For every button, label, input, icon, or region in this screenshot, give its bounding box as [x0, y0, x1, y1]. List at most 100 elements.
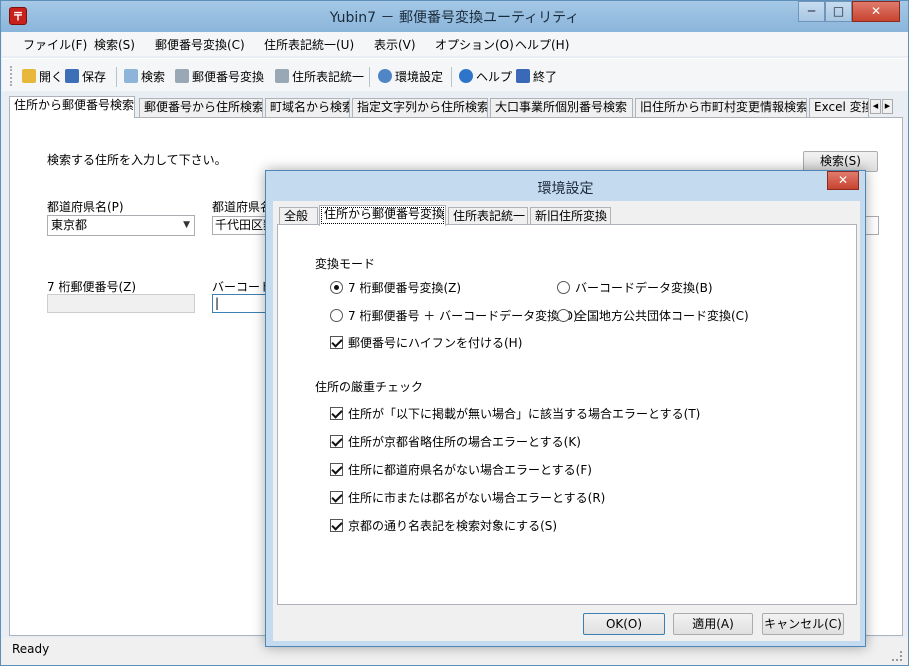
dialog-close-button[interactable]: ✕: [827, 171, 859, 190]
open-button[interactable]: 開く: [22, 68, 63, 86]
address-unify-label: 住所表記統一: [292, 70, 365, 84]
city-input[interactable]: 千代田区麴: [212, 216, 272, 235]
check-kyoto-street[interactable]: 京都の通り名表記を検索対象にする(S): [330, 518, 557, 534]
save-label: 保存: [82, 70, 107, 84]
exit-icon: [516, 69, 530, 83]
instruction-text: 検索する住所を入力して下さい。: [47, 153, 227, 167]
dtab-address-unify[interactable]: 住所表記統一: [448, 207, 528, 225]
checkbox-icon: [330, 491, 343, 504]
close-button[interactable]: ✕: [852, 1, 900, 22]
exit-button[interactable]: 終了: [516, 68, 557, 86]
checkbox-icon: [330, 519, 343, 532]
check-label: 住所が京都省略住所の場合エラーとする(K): [348, 435, 581, 449]
menu-help[interactable]: ヘルプ(H): [515, 36, 569, 53]
tab-town-search[interactable]: 町域名から検索: [265, 98, 350, 118]
address-unify-button[interactable]: 住所表記統一: [275, 68, 364, 86]
dialog-body: 全般 住所から郵便番号変換 住所表記統一 新旧住所変換 変換モード 7 桁郵便番…: [273, 201, 860, 641]
search-submit-button[interactable]: 検索(S): [803, 151, 878, 172]
dialog-title: 環境設定: [537, 181, 594, 197]
settings-dialog: 環境設定 ✕ 全般 住所から郵便番号変換 住所表記統一 新旧住所変換 変換モード…: [265, 170, 866, 647]
search-button[interactable]: 検索: [124, 68, 165, 86]
menu-bar: ファイル(F) 検索(S) 郵便番号変換(C) 住所表記統一(U) 表示(V) …: [2, 32, 908, 56]
tab-scroll-left-icon[interactable]: ◀: [870, 99, 881, 114]
checkbox-icon: [330, 463, 343, 476]
search-label: 検索: [141, 70, 166, 84]
check-not-listed[interactable]: 住所が「以下に掲載が無い場合」に該当する場合エラーとする(T): [330, 406, 700, 422]
mode-label: バーコードデータ変換(B): [575, 281, 713, 295]
dtab-address-to-zip[interactable]: 住所から郵便番号変換: [319, 205, 446, 226]
dtab-general[interactable]: 全般: [279, 207, 318, 225]
title-bar[interactable]: 〒 Yubin7 － 郵便番号変換ユーティリティ ─ □ ✕: [1, 1, 908, 32]
strict-group-label: 住所の厳重チェック: [315, 380, 424, 394]
search-icon: [124, 69, 138, 83]
check-label: 住所に市または郡名がない場合エラーとする(R): [348, 491, 606, 505]
toolbar-separator: [369, 67, 370, 87]
tab-zip-to-address[interactable]: 郵便番号から住所検索: [139, 98, 263, 118]
status-text: Ready: [12, 642, 50, 656]
check-no-prefecture[interactable]: 住所に都道府県名がない場合エラーとする(F): [330, 462, 592, 478]
mode-group-label: 変換モード: [315, 257, 376, 271]
settings-button[interactable]: 環境設定: [378, 68, 443, 86]
document-list-icon: [275, 69, 289, 83]
tab-scroll-right-icon[interactable]: ▶: [882, 99, 893, 114]
document-icon: [175, 69, 189, 83]
radio-icon: [557, 281, 570, 294]
zip-field[interactable]: [47, 294, 195, 313]
resize-grip-icon[interactable]: [892, 651, 902, 661]
toolbar-separator: [116, 67, 117, 87]
mode-label: 7 桁郵便番号 ＋ バーコードデータ変換(D): [348, 309, 578, 323]
save-icon: [65, 69, 79, 83]
mode-label: 全国地方公共団体コード変換(C): [575, 309, 749, 323]
mode-radio-7digit[interactable]: 7 桁郵便番号変換(Z): [330, 280, 461, 296]
tab-string-search[interactable]: 指定文字列から住所検索: [352, 98, 488, 118]
prefecture-value: 東京都: [51, 218, 88, 232]
tab-excel-convert[interactable]: Excel 変換: [809, 98, 869, 118]
radio-icon: [557, 309, 570, 322]
help-label: ヘルプ: [476, 70, 513, 84]
city-label: 都道府県名: [212, 200, 273, 214]
mode-radio-7digit-barcode[interactable]: 7 桁郵便番号 ＋ バーコードデータ変換(D): [330, 308, 578, 324]
mode-radio-municipal-code[interactable]: 全国地方公共団体コード変換(C): [557, 308, 749, 324]
settings-label: 環境設定: [395, 70, 444, 84]
toolbar: 開く 保存 検索 郵便番号変換 住所表記統一 環境設定 ヘルプ 終了: [2, 58, 908, 91]
check-kyoto-abbrev[interactable]: 住所が京都省略住所の場合エラーとする(K): [330, 434, 581, 450]
menu-search[interactable]: 検索(S): [94, 36, 135, 53]
dialog-tabs: 全般 住所から郵便番号変換 住所表記統一 新旧住所変換: [277, 205, 857, 226]
menu-file[interactable]: ファイル(F): [23, 36, 87, 53]
menu-options[interactable]: オプション(O): [435, 36, 514, 53]
zip-convert-button[interactable]: 郵便番号変換: [175, 68, 264, 86]
chevron-down-icon: ▼: [183, 220, 190, 230]
checkbox-icon: [330, 435, 343, 448]
tab-business-search[interactable]: 大口事業所個別番号検索: [490, 98, 633, 118]
menu-zip-convert[interactable]: 郵便番号変換(C): [155, 36, 245, 53]
main-tabs: 住所から郵便番号検索 郵便番号から住所検索 町域名から検索 指定文字列から住所検…: [9, 96, 903, 118]
save-button[interactable]: 保存: [65, 68, 106, 86]
gear-icon: [378, 69, 392, 83]
hyphen-checkbox[interactable]: 郵便番号にハイフンを付ける(H): [330, 335, 522, 351]
hyphen-label: 郵便番号にハイフンを付ける(H): [348, 336, 523, 350]
mode-radio-barcode[interactable]: バーコードデータ変換(B): [557, 280, 713, 296]
check-label: 京都の通り名表記を検索対象にする(S): [348, 519, 558, 533]
cancel-button[interactable]: キャンセル(C): [762, 613, 844, 635]
help-button[interactable]: ヘルプ: [459, 68, 512, 86]
checkbox-icon: [330, 407, 343, 420]
tab-old-address-search[interactable]: 旧住所から市町村変更情報検索: [635, 98, 807, 118]
toolbar-grip[interactable]: [10, 66, 13, 86]
zip-label: 7 桁郵便番号(Z): [47, 280, 137, 294]
tab-address-to-zip[interactable]: 住所から郵便番号検索: [9, 96, 135, 118]
ok-button[interactable]: OK(O): [583, 613, 665, 635]
menu-view[interactable]: 表示(V): [374, 36, 416, 53]
maximize-button[interactable]: □: [825, 1, 852, 22]
mode-label: 7 桁郵便番号変換(Z): [348, 281, 462, 295]
prefecture-select[interactable]: 東京都 ▼: [47, 215, 195, 236]
apply-button[interactable]: 適用(A): [673, 613, 753, 635]
minimize-button[interactable]: ─: [798, 1, 825, 22]
dtab-old-new-convert[interactable]: 新旧住所変換: [530, 207, 611, 225]
address-input-end[interactable]: [865, 216, 879, 235]
barcode-field[interactable]: |: [212, 294, 272, 313]
check-no-city[interactable]: 住所に市または郡名がない場合エラーとする(R): [330, 490, 605, 506]
open-label: 開く: [39, 70, 64, 84]
check-label: 住所に都道府県名がない場合エラーとする(F): [348, 463, 592, 477]
check-label: 住所が「以下に掲載が無い場合」に該当する場合エラーとする(T): [348, 407, 701, 421]
menu-address-unify[interactable]: 住所表記統一(U): [264, 36, 354, 53]
